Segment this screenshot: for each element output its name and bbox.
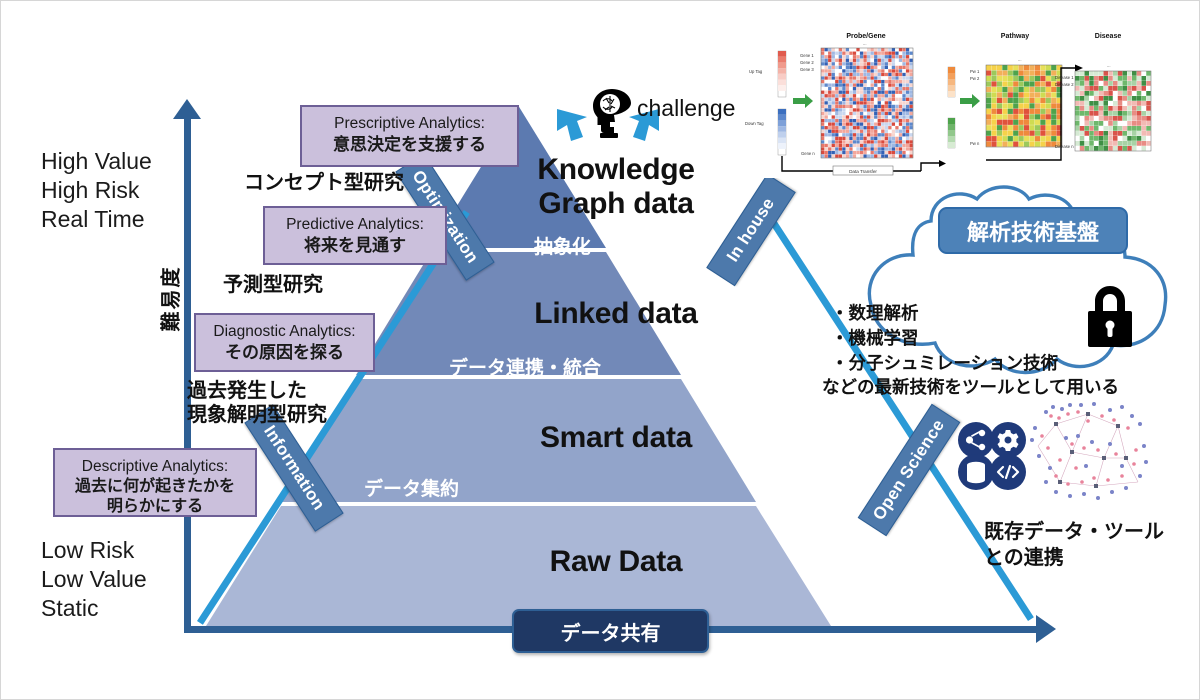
diagram-canvas: High Value High Risk Real Time Low Risk …	[0, 0, 1200, 700]
callout-jp-label: 将来を見通す	[304, 236, 406, 255]
heatmap-title-disease: Disease	[1095, 33, 1122, 40]
svg-text:Pw 1: Pw 1	[970, 69, 980, 74]
callout-en-label: Diagnostic Analytics:	[213, 323, 356, 340]
network-graph-icon	[1026, 396, 1156, 511]
svg-text:...: ...	[1107, 63, 1111, 68]
svg-text:...: ...	[1018, 57, 1022, 62]
research-label-concept: コンセプト型研究	[244, 172, 404, 194]
heatmap-title-pathway: Pathway	[1001, 33, 1030, 40]
svg-text:Disease n: Disease n	[1055, 144, 1074, 149]
vertical-axis	[184, 111, 191, 631]
head-brain-icon	[588, 87, 636, 144]
omics-pipeline-figure: Probe/Gene Pathway Disease Up Tag Down T…	[743, 23, 1183, 178]
heatmap-title-probe-gene: Probe/Gene	[846, 33, 885, 40]
up-tag-strip	[777, 50, 787, 98]
svg-text:Gene 1: Gene 1	[800, 53, 814, 58]
research-label-past-phenomena: 過去発生した 現象解明型研究	[187, 380, 327, 426]
svg-text:Gene 3: Gene 3	[800, 67, 814, 72]
vertical-axis-arrowhead	[173, 99, 201, 119]
callout-jp-label: その原因を探る	[225, 343, 344, 362]
pyramid-sub-integration: データ連携・統合	[449, 358, 602, 379]
lock-icon	[1079, 279, 1141, 356]
pyramid-sub-abstraction: 抽象化	[534, 237, 592, 258]
analysis-platform-items: ・数理解析 ・機械学習 ・分子シュミレーション技術	[831, 303, 1059, 373]
horizontal-axis-arrowhead	[1036, 615, 1056, 643]
svg-text:Disease 2: Disease 2	[1055, 82, 1074, 87]
axis-label-low: Low Risk Low Value Static	[41, 537, 147, 621]
callout-en-label: Prescriptive Analytics:	[334, 115, 485, 132]
svg-text:...: ...	[863, 41, 867, 46]
analysis-platform-note: などの最新技術をツールとして用いる	[822, 377, 1119, 397]
axis-label-high: High Value High Risk Real Time	[41, 148, 152, 232]
callout-en-label: Predictive Analytics:	[286, 216, 424, 233]
ribbon-open-science[interactable]: Open Science	[857, 403, 961, 537]
down-tag-strip	[777, 108, 787, 156]
pyramid-title-smart-data: Smart data	[539, 421, 693, 454]
svg-text:Disease 1: Disease 1	[1055, 75, 1074, 80]
svg-text:Data Transfer: Data Transfer	[849, 169, 877, 174]
svg-text:Gene 2: Gene 2	[800, 60, 814, 65]
axis-label-difficulty: 難易度	[160, 265, 183, 332]
callout-jp-label: 意思決定を支援する	[333, 135, 486, 154]
challenge-label: challenge	[637, 95, 736, 121]
share-icon-bg	[958, 422, 994, 458]
open-science-icon-cluster	[957, 421, 1027, 496]
pyramid-title-raw-data: Raw Data	[549, 545, 683, 578]
pyramid-title-linked-data: Linked data	[534, 297, 698, 330]
pyramid-sub-aggregation: データ集約	[364, 479, 460, 500]
heatmap-label-down-tag: Down Tag	[745, 121, 764, 126]
callout-jp-label: 過去に何が起きたかを 明らかにする	[74, 478, 235, 515]
callout-descriptive-analytics[interactable]: Descriptive Analytics: 過去に何が起きたかを 明らかにする	[53, 448, 257, 517]
callout-prescriptive-analytics[interactable]: Prescriptive Analytics: 意思決定を支援する	[300, 105, 519, 167]
svg-text:Pw n: Pw n	[970, 141, 980, 146]
existing-data-tools-caption: 既存データ・ツール との連携	[984, 521, 1164, 569]
callout-diagnostic-analytics[interactable]: Diagnostic Analytics: その原因を探る	[194, 313, 375, 372]
callout-predictive-analytics[interactable]: Predictive Analytics: 将来を見通す	[263, 206, 447, 265]
callout-en-label: Descriptive Analytics:	[81, 458, 229, 475]
heatmap-label-up-tag: Up Tag	[749, 69, 763, 74]
svg-text:Pw 2: Pw 2	[970, 76, 980, 81]
data-share-badge[interactable]: データ共有	[512, 609, 709, 653]
analysis-platform-pill[interactable]: 解析技術基盤	[938, 207, 1128, 254]
research-label-predictive: 予測型研究	[223, 274, 323, 296]
svg-text:Gene n: Gene n	[801, 151, 815, 156]
